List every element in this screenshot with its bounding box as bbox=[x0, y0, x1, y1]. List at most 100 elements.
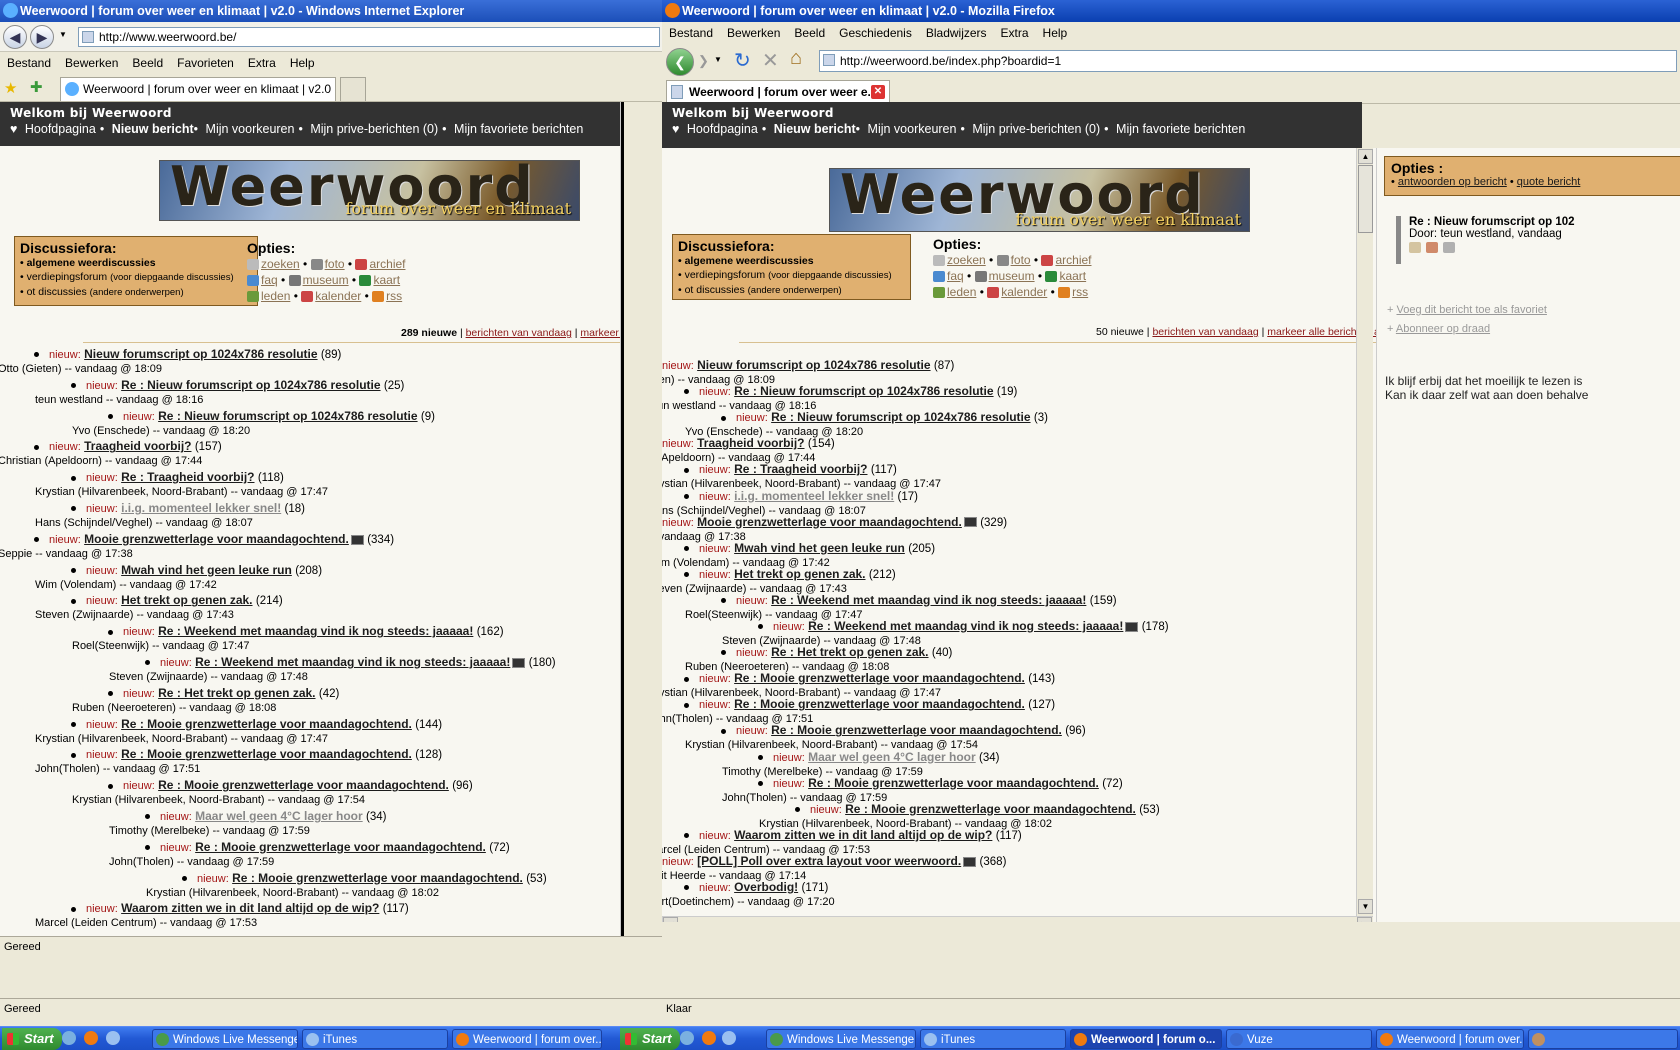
back-arrow-icon[interactable]: ◀ bbox=[3, 25, 27, 49]
option-link[interactable]: zoeken bbox=[947, 253, 986, 267]
ff-menu-item[interactable]: Bestand bbox=[662, 22, 720, 44]
post-title-link[interactable]: Re : Nieuw forumscript op 1024x786 resol… bbox=[121, 378, 380, 392]
post-title-link[interactable]: Maar wel geen 4°C lager hoor bbox=[808, 750, 976, 764]
site-banner[interactable]: Weerwoord forum over weer en klimaat bbox=[159, 160, 580, 221]
post-title-link[interactable]: i.i.g. momenteel lekker snel! bbox=[734, 489, 894, 503]
close-tab-icon[interactable]: ✕ bbox=[871, 85, 885, 99]
site-banner[interactable]: Weerwoord forum over weer en klimaat bbox=[829, 168, 1250, 232]
task-extra[interactable] bbox=[1528, 1029, 1678, 1049]
forum-ot[interactable]: ot discussies bbox=[27, 286, 87, 298]
ie-titlebar[interactable]: Weerwoord | forum over weer en klimaat |… bbox=[0, 0, 664, 22]
nav-favorites[interactable]: Mijn favoriete berichten bbox=[454, 122, 583, 136]
post-title-link[interactable]: Re : Nieuw forumscript op 1024x786 resol… bbox=[771, 410, 1030, 424]
ff-tab-weerwoord[interactable]: Weerwoord | forum over weer e... ✕ bbox=[666, 80, 890, 104]
thread-scrollbar[interactable]: ▲ ▼ bbox=[1356, 148, 1373, 916]
post-title-link[interactable]: Re : Mooie grenzwetterlage voor maandago… bbox=[734, 671, 1025, 685]
ie-tab-weerwoord[interactable]: Weerwoord | forum over weer en klimaat |… bbox=[60, 77, 336, 101]
forum-general[interactable]: algemene weerdiscussies bbox=[27, 257, 156, 269]
post-title-link[interactable]: Re : Nieuw forumscript op 1024x786 resol… bbox=[734, 384, 993, 398]
user-icon[interactable] bbox=[1443, 242, 1456, 254]
post-title-link[interactable]: Re : Mooie grenzwetterlage voor maandago… bbox=[771, 723, 1062, 737]
firefox-quicklaunch-icon[interactable] bbox=[84, 1031, 98, 1045]
post-title-link[interactable]: Re : Mooie grenzwetterlage voor maandago… bbox=[121, 747, 412, 761]
ie-menu-item[interactable]: Favorieten bbox=[170, 52, 241, 74]
post-title-link[interactable]: Re : Weekend met maandag vind ik nog ste… bbox=[195, 655, 510, 669]
task-weerwoord-2[interactable]: Weerwoord | forum over... bbox=[1376, 1029, 1524, 1049]
post-title-link[interactable]: Het trekt op genen zak. bbox=[121, 593, 252, 607]
ff-menu-item[interactable]: Extra bbox=[994, 22, 1036, 44]
nav-preferences[interactable]: Mijn voorkeuren bbox=[868, 122, 957, 136]
post-title-link[interactable]: Traagheid voorbij? bbox=[84, 439, 191, 453]
nav-new-post[interactable]: Nieuw bericht bbox=[112, 122, 194, 136]
ff-titlebar[interactable]: Weerwoord | forum over weer en klimaat |… bbox=[662, 0, 1680, 22]
media-quicklaunch-icon[interactable] bbox=[722, 1031, 736, 1045]
ie-menu-item[interactable]: Beeld bbox=[125, 52, 170, 74]
ff-address-bar[interactable]: http://weerwoord.be/index.php?boardid=1 bbox=[819, 50, 1677, 72]
option-link[interactable]: faq bbox=[261, 273, 278, 287]
option-link[interactable]: rss bbox=[1072, 285, 1088, 299]
back-arrow-icon[interactable]: ❮ bbox=[666, 48, 694, 76]
link-today-posts[interactable]: berichten van vandaag bbox=[466, 327, 572, 339]
ie-menu-item[interactable]: Bewerken bbox=[58, 52, 125, 74]
post-title-link[interactable]: Traagheid voorbij? bbox=[697, 436, 804, 450]
post-title-link[interactable]: Re : Weekend met maandag vind ik nog ste… bbox=[808, 619, 1123, 633]
firefox-quicklaunch-icon[interactable] bbox=[702, 1031, 716, 1045]
option-link[interactable]: rss bbox=[386, 289, 402, 303]
post-title-link[interactable]: Re : Mooie grenzwetterlage voor maandago… bbox=[808, 776, 1099, 790]
ie-new-tab[interactable] bbox=[340, 77, 366, 101]
link-mark-read[interactable]: markeer a bbox=[580, 327, 620, 339]
option-link[interactable]: museum bbox=[989, 269, 1035, 283]
post-title-link[interactable]: Re : Nieuw forumscript op 1024x786 resol… bbox=[158, 409, 417, 423]
post-title-link[interactable]: Het trekt op genen zak. bbox=[734, 567, 865, 581]
option-link[interactable]: faq bbox=[947, 269, 964, 283]
message-icon[interactable] bbox=[1426, 242, 1439, 254]
post-title-link[interactable]: Re : Mooie grenzwetterlage voor maandago… bbox=[734, 697, 1025, 711]
post-title-link[interactable]: Mooie grenzwetterlage voor maandagochten… bbox=[697, 515, 962, 529]
option-link[interactable]: foto bbox=[325, 257, 345, 271]
task-weerwoord-ff[interactable]: Weerwoord | forum o... bbox=[1070, 1029, 1222, 1049]
option-link[interactable]: leden bbox=[947, 285, 976, 299]
option-link[interactable]: kaart bbox=[1059, 269, 1086, 283]
option-link[interactable]: foto bbox=[1011, 253, 1031, 267]
forum-ot[interactable]: ot discussies bbox=[685, 284, 745, 296]
profile-icon[interactable] bbox=[1409, 242, 1421, 254]
nav-favorites[interactable]: Mijn favoriete berichten bbox=[1116, 122, 1245, 136]
task-itunes[interactable]: iTunes bbox=[920, 1029, 1066, 1049]
forum-deep[interactable]: verdiepingsforum bbox=[27, 271, 108, 283]
scroll-up-icon[interactable]: ▲ bbox=[1358, 149, 1373, 164]
task-itunes[interactable]: iTunes bbox=[302, 1029, 448, 1049]
post-title-link[interactable]: Mooie grenzwetterlage voor maandagochten… bbox=[84, 532, 349, 546]
post-title-link[interactable]: Re : Weekend met maandag vind ik nog ste… bbox=[771, 593, 1086, 607]
option-link[interactable]: zoeken bbox=[261, 257, 300, 271]
scroll-thumb[interactable] bbox=[1358, 165, 1373, 233]
post-title-link[interactable]: Re : Mooie grenzwetterlage voor maandago… bbox=[845, 802, 1136, 816]
post-title-link[interactable]: Re : Het trekt op genen zak. bbox=[771, 645, 928, 659]
post-title-link[interactable]: Re : Traagheid voorbij? bbox=[121, 470, 254, 484]
ie-address-bar[interactable]: http://www.weerwoord.be/ bbox=[78, 27, 660, 47]
add-favorite-icon[interactable]: ✚ bbox=[30, 78, 43, 96]
ff-menu-item[interactable]: Beeld bbox=[787, 22, 832, 44]
nav-new-post[interactable]: Nieuw bericht bbox=[774, 122, 856, 136]
task-messenger[interactable]: Windows Live Messenger bbox=[766, 1029, 916, 1049]
option-link[interactable]: kaart bbox=[373, 273, 400, 287]
option-link[interactable]: archief bbox=[369, 257, 405, 271]
option-link[interactable]: kalender bbox=[315, 289, 361, 303]
post-title-link[interactable]: Re : Mooie grenzwetterlage voor maandago… bbox=[195, 840, 486, 854]
stop-icon[interactable]: ✕ bbox=[762, 48, 779, 73]
horizontal-scrollbar[interactable]: ◀ ▶ bbox=[662, 916, 1373, 922]
nav-private-messages[interactable]: Mijn prive-berichten (0) bbox=[972, 122, 1100, 136]
start-button[interactable]: Start bbox=[620, 1028, 680, 1050]
option-link[interactable]: kalender bbox=[1001, 285, 1047, 299]
ie-menu-item[interactable]: Extra bbox=[241, 52, 283, 74]
post-title-link[interactable]: Re : Mooie grenzwetterlage voor maandago… bbox=[232, 871, 523, 885]
forum-general[interactable]: algemene weerdiscussies bbox=[685, 255, 814, 267]
link-today-posts[interactable]: berichten van vandaag bbox=[1152, 326, 1258, 338]
option-link[interactable]: archief bbox=[1055, 253, 1091, 267]
post-title-link[interactable]: Maar wel geen 4°C lager hoor bbox=[195, 809, 363, 823]
post-title-link[interactable]: i.i.g. momenteel lekker snel! bbox=[121, 501, 281, 515]
home-icon[interactable]: ⌂ bbox=[790, 47, 802, 70]
post-title-link[interactable]: Nieuw forumscript op 1024x786 resolutie bbox=[84, 347, 317, 361]
forward-arrow-icon[interactable]: ▶ bbox=[30, 25, 54, 49]
quote-link[interactable]: quote bericht bbox=[1517, 176, 1581, 188]
post-title-link[interactable]: Waarom zitten we in dit land altijd op d… bbox=[734, 828, 992, 842]
